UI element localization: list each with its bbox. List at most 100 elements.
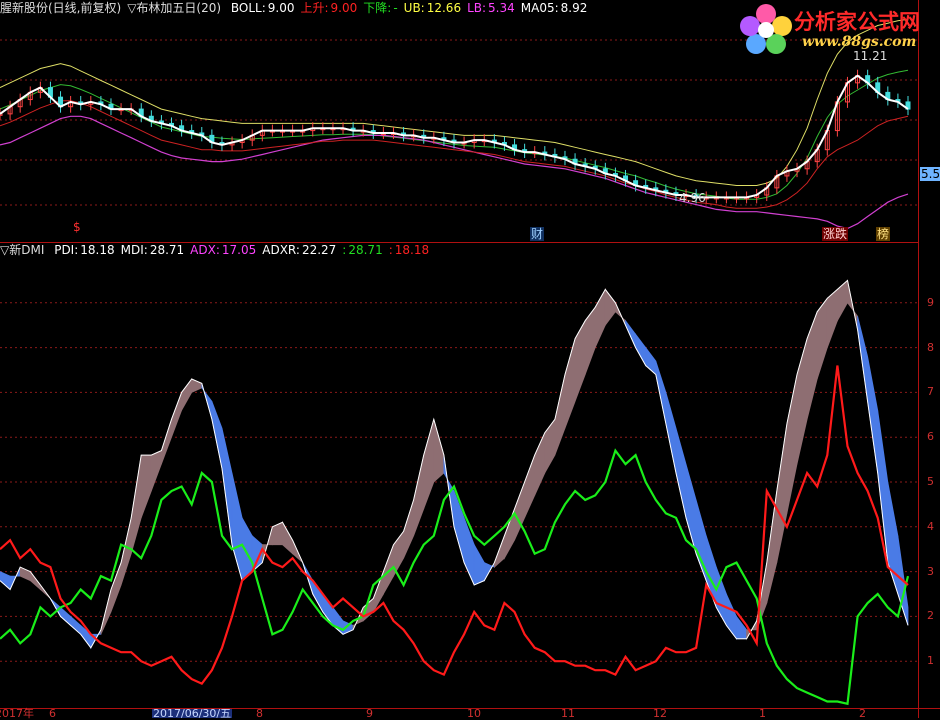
adx-adxr-band	[181, 377, 193, 412]
bottom-indicator-name: ▽新DMI	[0, 243, 45, 257]
x-axis-label: 2017年	[0, 707, 34, 720]
adx-adxr-band	[544, 418, 556, 475]
adx-adxr-band	[403, 499, 415, 559]
adx-adxr-band	[826, 288, 838, 348]
site-logo: 分析家公式网 www.88gs.com	[738, 2, 938, 54]
x-axis-label: 6	[49, 707, 56, 720]
boll-item-label: UB:	[403, 1, 425, 15]
adx-adxr-band	[584, 306, 596, 375]
boll-item-label: LB:	[467, 1, 487, 15]
boll-item-label: MA05:	[520, 1, 559, 15]
top-indicator-values: BOLL: 9.00 上升: 9.00 下降: - UB: 12.66 LB: 5.34 MA05:…	[231, 1, 593, 15]
right-axis-tick: 6	[927, 430, 934, 444]
dollar-tag: $	[73, 220, 81, 234]
boll-item-value: -	[393, 1, 398, 15]
dmi-item-value: 22.27	[301, 243, 337, 257]
adx-adxr-band	[514, 481, 525, 541]
dmi-item-label: ADXR:	[262, 243, 300, 257]
right-axis-tick: 8	[927, 340, 934, 354]
flower-logo-icon	[740, 4, 792, 54]
x-axis-label: 11	[561, 707, 575, 720]
right-axis-tick: 4	[927, 519, 934, 533]
adx-adxr-band	[473, 543, 485, 586]
adx-adxr-band	[140, 454, 152, 518]
boll-item-value: 9.00	[330, 1, 358, 15]
dmi-item-value: 17.05	[221, 243, 257, 257]
top-header: 腥新股份(日线,前复权) ▽布林加五日(20) BOLL: 9.00 上升: 9.00 下…	[0, 1, 599, 15]
logo-url: www.88gs.com	[802, 34, 917, 50]
x-axis-label: 10	[467, 707, 481, 720]
bottom-header: ▽新DMI PDI: 18.18 MDI: 28.71 ADX: 17.05 ADXR: 22…	[0, 243, 441, 257]
dmi-item-label: PDI:	[54, 243, 79, 257]
adx-adxr-band	[130, 455, 142, 554]
boll-item: MA05: 8.92	[521, 1, 588, 15]
boll-item-label: 下降:	[363, 1, 392, 15]
boll-item: UB: 12.66	[404, 1, 461, 15]
current-price-label: 5.5	[920, 167, 940, 181]
finance-tag: 财	[530, 227, 545, 241]
adx-adxr-band	[776, 423, 788, 563]
adx-adxr-band	[564, 338, 576, 429]
right-axis-tick: 3	[927, 564, 934, 578]
dmi-item: ADX: 17.05	[190, 243, 256, 257]
dmi-item: :28.71	[342, 243, 382, 257]
boll-lb-line	[0, 115, 909, 230]
low-price-label: 4.96	[679, 191, 706, 205]
boll-item-value: 12.66	[426, 1, 462, 15]
x-axis-label: 9	[366, 707, 373, 720]
dmi-item: :18.18	[389, 243, 429, 257]
boll-item: LB: 5.34	[467, 1, 515, 15]
adx-adxr-band	[0, 571, 11, 591]
ranking-tag: 榜	[876, 227, 891, 241]
adx-adxr-band	[604, 288, 616, 327]
right-axis-tick: 2	[927, 609, 934, 623]
adx-adxr-band	[675, 428, 687, 518]
adx-adxr-band	[110, 562, 122, 613]
boll-item-value: 8.92	[560, 1, 588, 15]
x-axis-label: 8	[256, 707, 263, 720]
boll-item: BOLL: 9.00	[231, 1, 295, 15]
adx-adxr-band	[837, 279, 848, 323]
dmi-item-label: :	[342, 243, 347, 257]
adx-adxr-band	[160, 419, 172, 465]
dmi-item-label: :	[388, 243, 393, 257]
boll-item-label: 上升:	[300, 1, 329, 15]
adx-adxr-band	[574, 319, 586, 402]
right-axis-tick: 7	[927, 385, 934, 399]
x-axis-label: 2	[859, 707, 866, 720]
x-axis-label: 2017/06/30/五	[152, 707, 233, 720]
stock-name: 腥新股份(日线,前复权)	[0, 1, 122, 15]
dmi-item: PDI: 18.18	[54, 243, 114, 257]
right-axis-tick: 5	[927, 475, 934, 488]
top-indicator-name: ▽布林加五日(20)	[127, 1, 222, 15]
x-axis-label: 1	[759, 707, 766, 720]
adx-adxr-band	[705, 535, 717, 608]
boll-item-label: BOLL:	[230, 1, 266, 15]
bottom-indicator-values: PDI: 18.18 MDI: 28.71 ADX: 17.05 ADXR: 22.27:28…	[54, 243, 435, 257]
dmi-bands	[0, 279, 909, 650]
dmi-item: MDI: 28.71	[121, 243, 185, 257]
dmi-item-label: ADX:	[190, 243, 220, 257]
adx-adxr-band	[211, 401, 223, 469]
dmi-item-value: 18.18	[80, 243, 115, 257]
adx-adxr-band	[524, 454, 536, 518]
dmi-item-label: MDI:	[120, 243, 148, 257]
ma-red-line	[0, 100, 909, 209]
logo-title: 分析家公式网	[794, 10, 920, 34]
right-axis-tick: 1	[927, 654, 934, 668]
adx-adxr-band	[534, 432, 546, 496]
chart-canvas	[0, 0, 940, 718]
adx-adxr-band	[120, 517, 132, 586]
dmi-item: ADXR: 22.27	[262, 243, 336, 257]
adx-adxr-band	[150, 449, 162, 492]
adx-line	[0, 279, 909, 649]
adx-adxr-band	[806, 311, 818, 420]
high-price-label: 11.21	[853, 49, 888, 63]
adx-adxr-band	[423, 419, 435, 510]
boll-item: 下降: -	[363, 1, 397, 15]
boll-item-value: 5.34	[488, 1, 515, 15]
dmi-item-value: 18.18	[394, 243, 430, 257]
top-grid	[0, 39, 918, 206]
dmi-item-value: 28.71	[348, 243, 383, 257]
dmi-item-value: 28.71	[149, 243, 185, 257]
